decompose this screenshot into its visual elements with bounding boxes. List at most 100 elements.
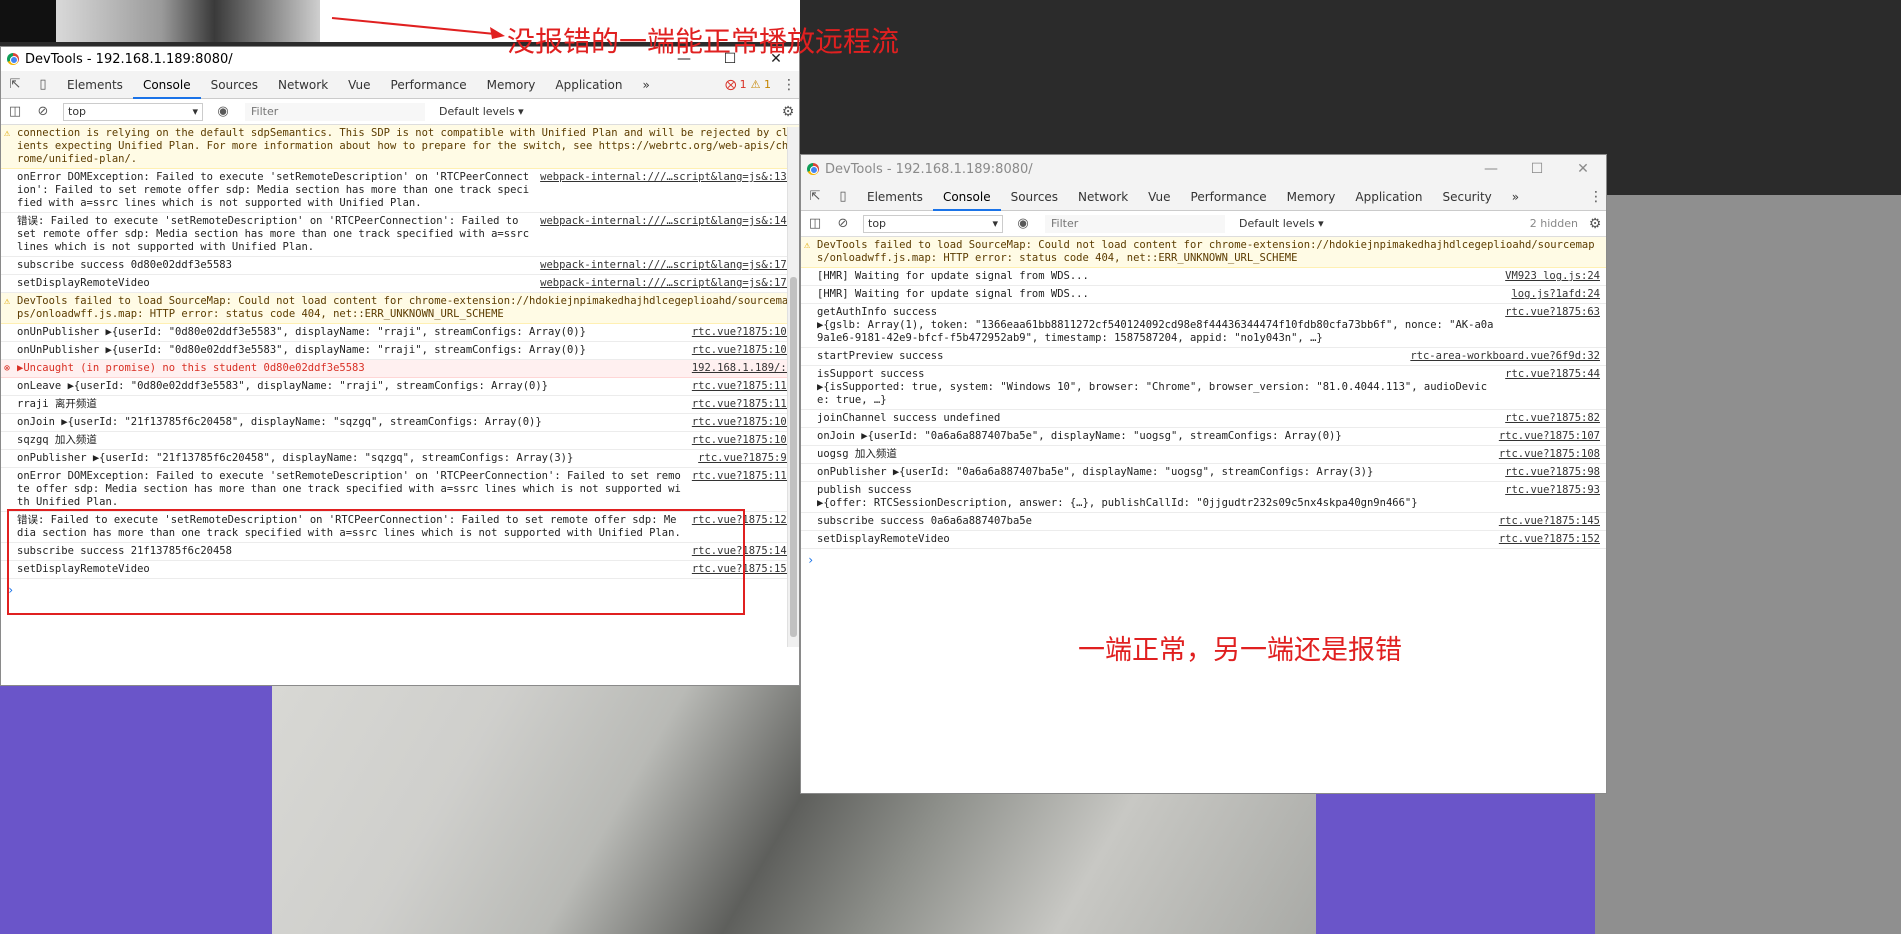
- tab-performance[interactable]: Performance: [381, 71, 477, 99]
- tab-memory[interactable]: Memory: [477, 71, 546, 99]
- sidebar-toggle-icon[interactable]: ◫: [801, 210, 829, 238]
- source-link[interactable]: rtc.vue?1875:63: [1505, 306, 1600, 345]
- warning-count-badge[interactable]: ⚠ 1: [751, 78, 771, 91]
- console-message[interactable]: ⚠ DevTools failed to load SourceMap: Coul…: [801, 237, 1606, 268]
- filter-input[interactable]: [1045, 214, 1225, 233]
- tab-application[interactable]: Application: [1345, 183, 1432, 211]
- tab-sources[interactable]: Sources: [201, 71, 268, 99]
- context-select[interactable]: top ▾: [63, 102, 203, 121]
- source-link[interactable]: rtc.vue?1875:152: [1499, 533, 1600, 546]
- source-link[interactable]: 192.168.1.189/:1: [692, 362, 793, 375]
- close-icon[interactable]: ✕: [1560, 155, 1606, 183]
- console-message[interactable]: onJoin ▶{userId: "21f13785f6c20458", dis…: [1, 414, 799, 432]
- console-message[interactable]: subscribe success 0a6a6a887407ba5e rtc.vu…: [801, 513, 1606, 531]
- console-message[interactable]: onError DOMException: Failed to execute …: [1, 169, 799, 213]
- source-link[interactable]: rtc.vue?1875:108: [1499, 448, 1600, 461]
- source-link[interactable]: rtc.vue?1875:98: [698, 452, 793, 465]
- context-select[interactable]: top ▾: [863, 214, 1003, 233]
- console-message[interactable]: joinChannel success undefined rtc.vue?187…: [801, 410, 1606, 428]
- tab-console[interactable]: Console: [132, 71, 201, 99]
- source-link[interactable]: webpack-internal:///…script&lang=js&:171: [540, 259, 793, 272]
- kebab-menu-icon[interactable]: ⋮: [779, 77, 799, 93]
- live-expression-eye-icon[interactable]: ◉: [209, 98, 237, 126]
- console-message[interactable]: 错误: Failed to execute 'setRemoteDescript…: [1, 213, 799, 257]
- source-link[interactable]: rtc.vue?1875:44: [1505, 368, 1600, 407]
- filter-input[interactable]: [245, 102, 425, 121]
- tab-elements[interactable]: Elements: [57, 71, 133, 99]
- console-message[interactable]: startPreview success rtc-area-workboard.v…: [801, 348, 1606, 366]
- tab-memory[interactable]: Memory: [1277, 183, 1346, 211]
- more-tabs-icon[interactable]: »: [1502, 183, 1529, 211]
- tab-sources[interactable]: Sources: [1001, 183, 1068, 211]
- console-message[interactable]: subscribe success 0d80e02ddf3e5583 webpac…: [1, 257, 799, 275]
- console-message[interactable]: onLeave ▶{userId: "0d80e02ddf3e5583", di…: [1, 378, 799, 396]
- console-message[interactable]: uogsg 加入频道 rtc.vue?1875:108: [801, 446, 1606, 464]
- source-link[interactable]: rtc.vue?1875:93: [1505, 484, 1600, 510]
- error-count-badge[interactable]: ⨂ 1: [725, 78, 747, 91]
- source-link[interactable]: webpack-internal:///…script&lang=js&:141: [540, 215, 793, 254]
- console-message[interactable]: sqzgq 加入频道 rtc.vue?1875:108: [1, 432, 799, 450]
- console-message[interactable]: ⚠ DevTools failed to load SourceMap: Coul…: [1, 293, 799, 324]
- console-message[interactable]: ⚠ connection is relying on the default sd…: [1, 125, 799, 169]
- scrollbar-thumb[interactable]: [790, 277, 797, 637]
- clear-console-icon[interactable]: ⊘: [29, 98, 57, 126]
- console-message[interactable]: getAuthInfo success ▶{gslb: Array(1), to…: [801, 304, 1606, 348]
- device-toolbar-icon[interactable]: ▯: [829, 183, 857, 211]
- source-link[interactable]: rtc.vue?1875:107: [692, 416, 793, 429]
- console-message[interactable]: ⊗ ▶Uncaught (in promise) no this student …: [1, 360, 799, 378]
- console-message[interactable]: setDisplayRemoteVideo rtc.vue?1875:152: [801, 531, 1606, 549]
- console-message[interactable]: onPublisher ▶{userId: "21f13785f6c20458"…: [1, 450, 799, 468]
- inspect-element-icon[interactable]: ⇱: [1, 71, 29, 99]
- settings-gear-icon[interactable]: ⚙: [777, 104, 799, 120]
- console-message[interactable]: [HMR] Waiting for update signal from WDS…: [801, 268, 1606, 286]
- live-expression-eye-icon[interactable]: ◉: [1009, 210, 1037, 238]
- tab-network[interactable]: Network: [1068, 183, 1138, 211]
- source-link[interactable]: rtc.vue?1875:107: [1499, 430, 1600, 443]
- source-link[interactable]: rtc.vue?1875:111: [692, 380, 793, 393]
- tab-vue[interactable]: Vue: [1138, 183, 1180, 211]
- sidebar-toggle-icon[interactable]: ◫: [1, 98, 29, 126]
- console-message[interactable]: onPublisher ▶{userId: "0a6a6a887407ba5e"…: [801, 464, 1606, 482]
- console-message[interactable]: publish success ▶{offer: RTCSessionDescr…: [801, 482, 1606, 513]
- tab-performance[interactable]: Performance: [1181, 183, 1277, 211]
- source-link[interactable]: rtc.vue?1875:112: [692, 398, 793, 411]
- console-prompt[interactable]: ›: [801, 549, 1606, 571]
- more-tabs-icon[interactable]: »: [632, 71, 659, 99]
- source-link[interactable]: VM923 log.js:24: [1505, 270, 1600, 283]
- source-link[interactable]: log.js?1afd:24: [1511, 288, 1600, 301]
- console-message[interactable]: isSupport success ▶{isSupported: true, s…: [801, 366, 1606, 410]
- settings-gear-icon[interactable]: ⚙: [1584, 216, 1606, 232]
- source-link[interactable]: rtc.vue?1875:103: [692, 326, 793, 339]
- source-link[interactable]: rtc.vue?1875:145: [1499, 515, 1600, 528]
- tab-console[interactable]: Console: [932, 183, 1001, 211]
- console-message[interactable]: setDisplayRemoteVideo webpack-internal://…: [1, 275, 799, 293]
- kebab-menu-icon[interactable]: ⋮: [1586, 189, 1606, 205]
- source-link[interactable]: rtc.vue?1875:82: [1505, 412, 1600, 425]
- console-message[interactable]: onError DOMException: Failed to execute …: [1, 468, 799, 512]
- console-message[interactable]: rraji 离开频道 rtc.vue?1875:112: [1, 396, 799, 414]
- inspect-element-icon[interactable]: ⇱: [801, 183, 829, 211]
- minimize-icon[interactable]: —: [1468, 155, 1514, 183]
- source-link[interactable]: rtc-area-workboard.vue?6f9d:32: [1410, 350, 1600, 363]
- source-link[interactable]: rtc.vue?1875:103: [692, 344, 793, 357]
- source-link[interactable]: rtc.vue?1875:115: [692, 470, 793, 509]
- source-link[interactable]: rtc.vue?1875:108: [692, 434, 793, 447]
- device-toolbar-icon[interactable]: ▯: [29, 71, 57, 99]
- console-message[interactable]: onUnPublisher ▶{userId: "0d80e02ddf3e558…: [1, 342, 799, 360]
- source-link[interactable]: webpack-internal:///…script&lang=js&:179: [540, 277, 793, 290]
- tab-security[interactable]: Security: [1432, 183, 1501, 211]
- console-message[interactable]: [HMR] Waiting for update signal from WDS…: [801, 286, 1606, 304]
- source-link[interactable]: rtc.vue?1875:98: [1505, 466, 1600, 479]
- source-link[interactable]: webpack-internal:///…script&lang=js&:134: [540, 171, 793, 210]
- tab-vue[interactable]: Vue: [338, 71, 380, 99]
- clear-console-icon[interactable]: ⊘: [829, 210, 857, 238]
- tab-network[interactable]: Network: [268, 71, 338, 99]
- maximize-icon[interactable]: ☐: [1514, 155, 1560, 183]
- tab-application[interactable]: Application: [545, 71, 632, 99]
- log-levels-select[interactable]: Default levels ▾: [439, 105, 524, 118]
- log-levels-select[interactable]: Default levels ▾: [1239, 217, 1324, 230]
- tab-elements[interactable]: Elements: [857, 183, 933, 211]
- console-scrollbar[interactable]: [787, 127, 799, 647]
- console-message[interactable]: onJoin ▶{userId: "0a6a6a887407ba5e", dis…: [801, 428, 1606, 446]
- console-message[interactable]: onUnPublisher ▶{userId: "0d80e02ddf3e558…: [1, 324, 799, 342]
